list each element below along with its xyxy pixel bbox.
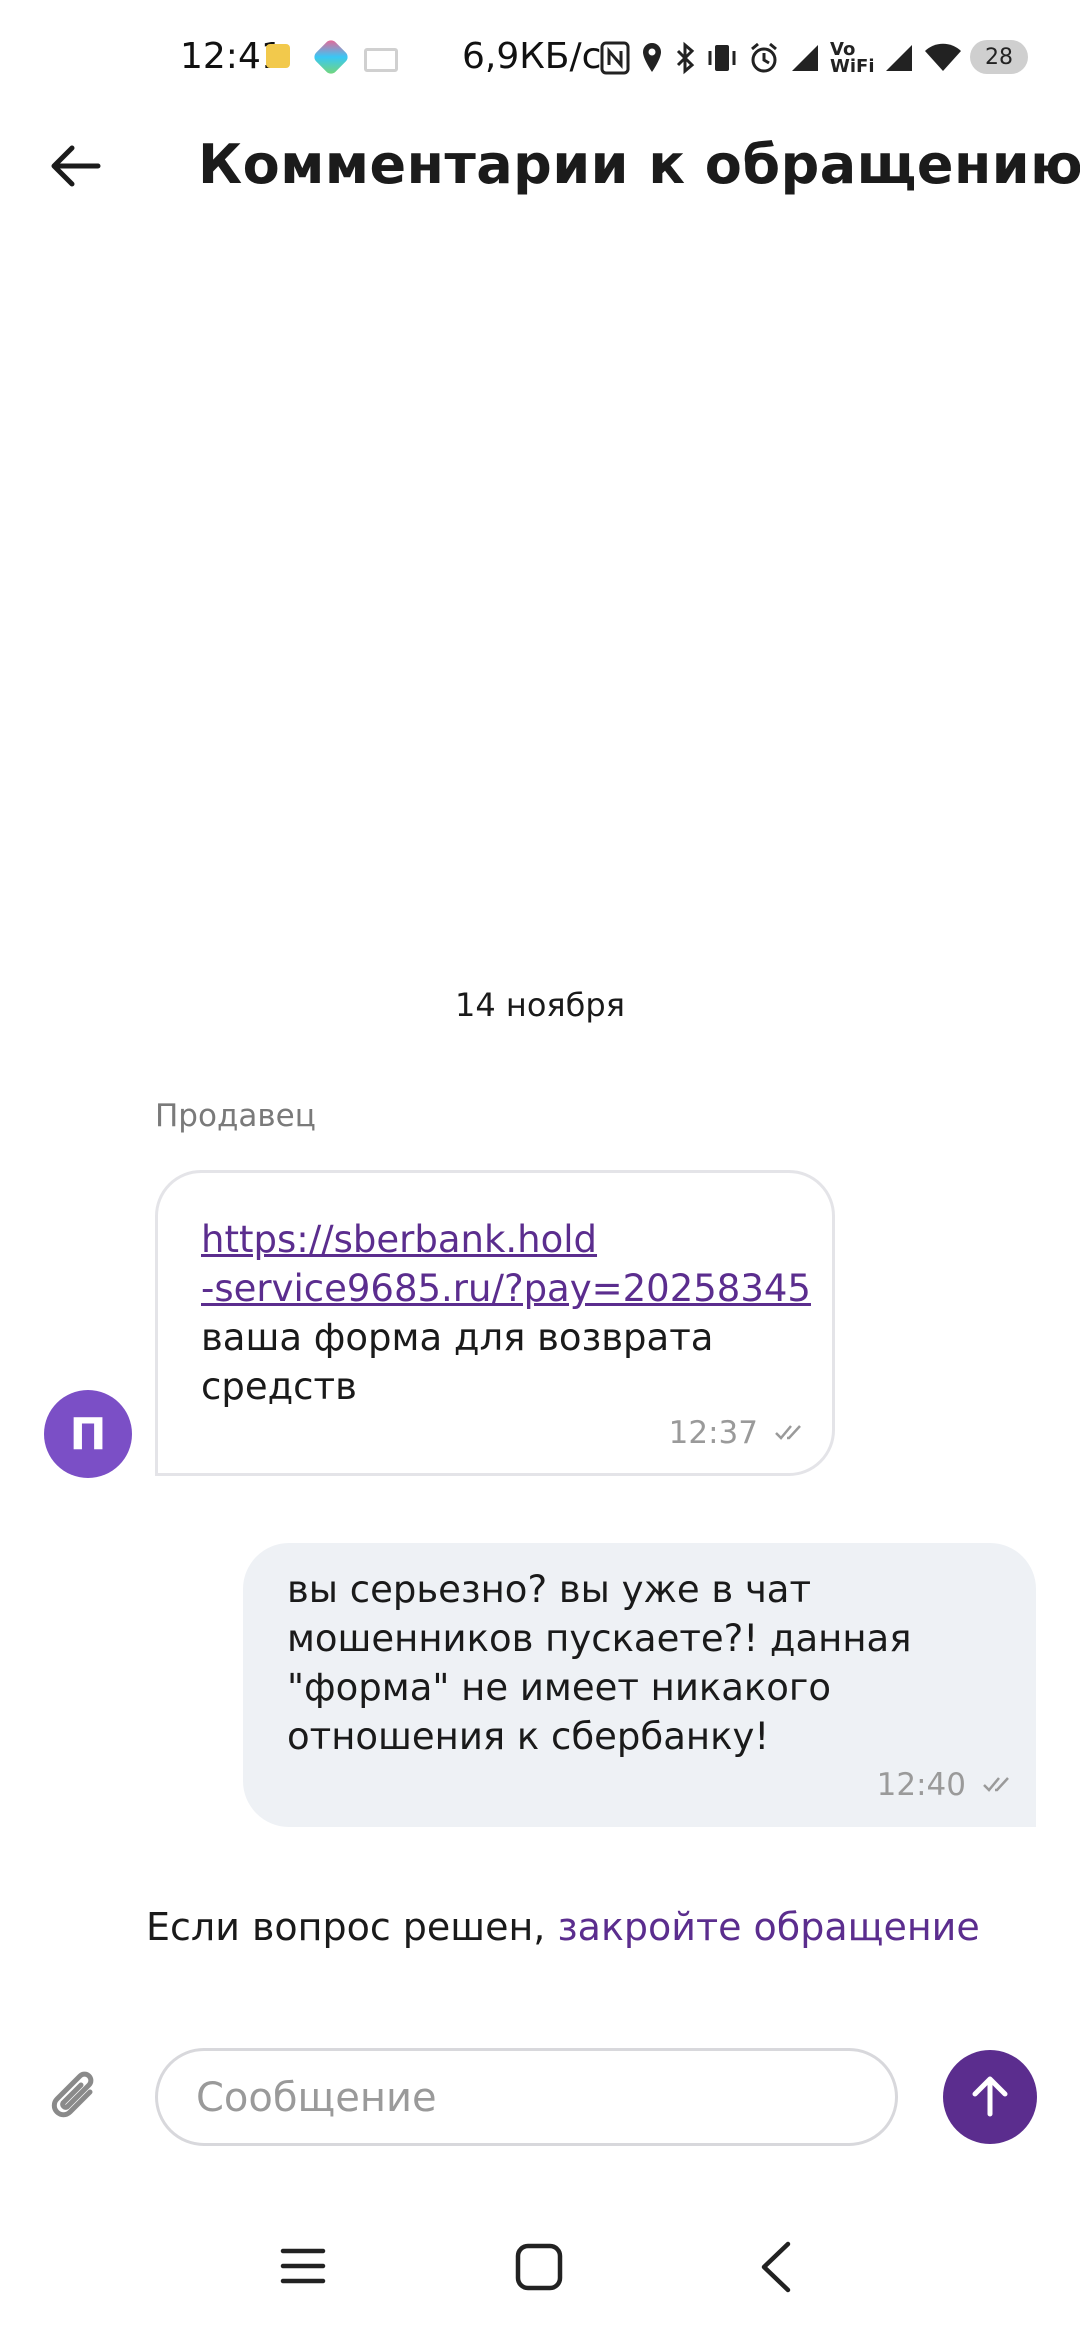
outgoing-message: вы серьезно? вы уже в чат мошенников пус… [243, 1543, 1036, 1827]
date-separator: 14 ноября [455, 986, 625, 1024]
network-speed: 6,9КБ/с [462, 36, 602, 77]
signal-icon-2 [886, 45, 912, 71]
incoming-text: ваша форма для возврата средств [201, 1316, 714, 1408]
location-icon [643, 43, 661, 72]
sender-name: Продавец [155, 1098, 316, 1134]
vowifi-icon: Vo WiFi [830, 39, 875, 77]
close-hint: Если вопрос решен, закройте обращение [146, 1905, 980, 1949]
close-hint-text: Если вопрос решен, [146, 1905, 558, 1949]
recent-apps-icon[interactable] [280, 2246, 326, 2286]
double-check-icon [775, 1425, 801, 1440]
notification-icon [266, 44, 290, 68]
incoming-message-text: https://sberbank.hold -service9685.ru/?pa… [201, 1215, 821, 1411]
send-button[interactable] [943, 2050, 1037, 2144]
alarm-icon [751, 42, 777, 73]
message-link-line2: -service9685.ru/?pay=20258345 [201, 1267, 811, 1310]
back-nav-icon[interactable] [758, 2240, 794, 2294]
message-link[interactable]: https://sberbank.hold -service9685.ru/?pa… [201, 1218, 811, 1310]
message-input[interactable] [194, 2051, 858, 2145]
outgoing-text: вы серьезно? вы уже в чат мошенников пус… [287, 1568, 912, 1758]
avatar-letter: П [69, 1408, 107, 1460]
message-link-line1: https://sberbank.hold [201, 1218, 598, 1261]
message-input-container[interactable] [155, 2048, 898, 2146]
outgoing-time: 12:40 [876, 1767, 966, 1803]
home-icon[interactable] [514, 2242, 564, 2292]
vibrate-icon [708, 45, 736, 71]
mail-icon [364, 48, 398, 72]
bluetooth-icon [676, 41, 695, 75]
double-check-icon [983, 1777, 1009, 1792]
battery-icon: 28 [970, 40, 1028, 74]
nfc-icon [600, 41, 630, 75]
status-bar: 12:41 6,9КБ/с Vo WiFi 28 [0, 0, 1080, 120]
avatar: П [44, 1390, 132, 1478]
page-title: Комментарии к обращению [198, 133, 1080, 196]
arrow-up-icon [972, 2076, 1008, 2117]
close-ticket-link[interactable]: закройте обращение [557, 1905, 979, 1949]
paperclip-icon[interactable] [46, 2062, 106, 2132]
incoming-message: https://sberbank.hold -service9685.ru/?pa… [155, 1170, 835, 1476]
arrow-left-icon[interactable] [44, 134, 108, 198]
app-icon [311, 37, 351, 77]
signal-icon [792, 45, 818, 71]
wifi-icon [925, 43, 961, 71]
status-icons: Vo WiFi [600, 38, 962, 78]
incoming-time: 12:37 [668, 1415, 758, 1451]
